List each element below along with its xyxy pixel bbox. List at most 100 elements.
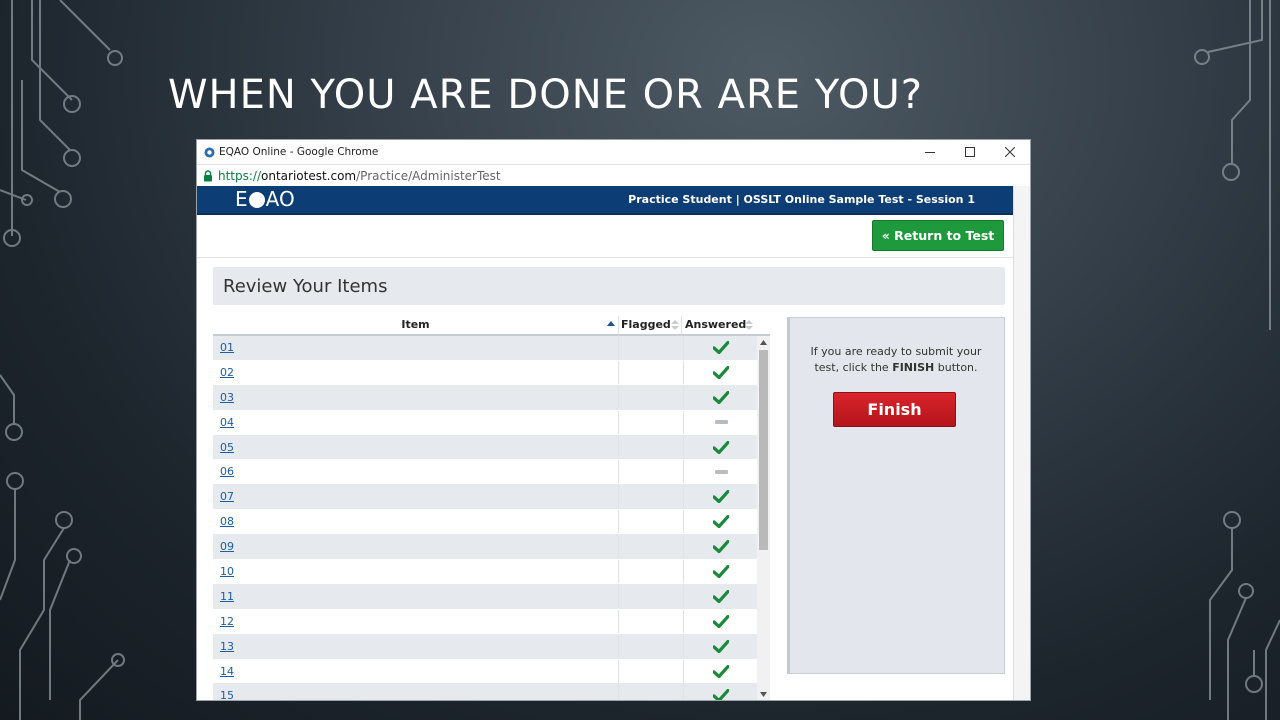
app-header: E AO Practice Student | OSSLT Online Samp… [197, 186, 1013, 215]
table-scrollbar[interactable] [757, 336, 770, 700]
url-text[interactable]: https://ontariotest.com/Practice/Adminis… [218, 169, 501, 183]
scroll-down-arrow-icon[interactable] [757, 688, 770, 700]
column-header-flagged[interactable]: Flagged [618, 316, 682, 334]
answered-cell [683, 336, 758, 359]
eqao-logo: E AO [235, 185, 295, 212]
answered-cell [683, 684, 758, 700]
flagged-cell [618, 584, 684, 608]
item-link[interactable]: 14 [220, 665, 234, 678]
answered-cell [683, 410, 758, 434]
finish-button[interactable]: Finish [833, 392, 956, 427]
item-link[interactable]: 07 [220, 490, 234, 503]
table-row: 11 [213, 584, 758, 610]
finish-text-2: button. [934, 361, 978, 374]
review-title: Review Your Items [223, 276, 388, 297]
item-link[interactable]: 11 [220, 590, 234, 603]
table-row: 03 [213, 385, 757, 411]
items-table: Item Flagged Answered 01 02 03 04 05 06 07 08 09… [213, 316, 770, 700]
table-row: 06 [213, 460, 758, 486]
checkmark-icon [713, 341, 729, 354]
column-label-item: Item [401, 318, 430, 331]
checkmark-icon [713, 490, 729, 504]
answered-cell [683, 485, 758, 509]
window-controls [910, 140, 1030, 164]
item-link[interactable]: 02 [220, 366, 234, 379]
scroll-up-arrow-icon[interactable] [757, 336, 770, 348]
table-row: 07 [213, 485, 758, 511]
review-header: Review Your Items [213, 267, 1005, 305]
item-link[interactable]: 05 [220, 441, 234, 454]
sort-ascending-icon [607, 321, 615, 326]
flagged-cell [618, 336, 684, 359]
close-icon[interactable] [990, 140, 1030, 164]
column-header-item[interactable]: Item [213, 316, 619, 334]
logo-text-left: E [235, 186, 248, 211]
table-row: 13 [213, 634, 757, 660]
student-session-info: Practice Student | OSSLT Online Sample T… [628, 193, 975, 206]
flagged-cell [618, 360, 684, 384]
item-link[interactable]: 08 [220, 515, 234, 528]
checkmark-icon [713, 639, 729, 653]
table-row: 04 [213, 410, 758, 436]
checkmark-icon [713, 365, 729, 379]
flagged-cell [618, 435, 684, 459]
checkmark-icon [713, 614, 729, 628]
item-link[interactable]: 13 [220, 640, 234, 653]
column-label-flagged: Flagged [621, 318, 671, 331]
item-link[interactable]: 10 [220, 565, 234, 578]
column-header-answered[interactable]: Answered [683, 316, 755, 334]
answered-cell [683, 360, 758, 384]
table-row: 08 [213, 510, 757, 536]
eqao-favicon-icon [204, 147, 215, 157]
return-to-test-button[interactable]: « Return to Test [872, 220, 1004, 251]
flagged-cell [618, 510, 684, 534]
table-row: 15 [213, 684, 757, 700]
flagged-cell [618, 410, 684, 434]
table-body: 01 02 03 04 05 06 07 08 09 10 11 12 13 14 15 [213, 336, 757, 700]
answered-cell [683, 560, 758, 584]
scrollbar-thumb[interactable] [759, 350, 768, 550]
window-title: EQAO Online - Google Chrome [219, 146, 379, 158]
flagged-cell [618, 535, 684, 559]
unanswered-dash-icon [714, 420, 728, 425]
flagged-cell [618, 634, 684, 658]
answered-cell [683, 435, 758, 459]
flagged-cell [618, 684, 684, 700]
address-bar[interactable]: https://ontariotest.com/Practice/Adminis… [197, 164, 1030, 188]
item-link[interactable]: 12 [220, 615, 234, 628]
table-row: 09 [213, 535, 758, 561]
flagged-cell [618, 659, 684, 683]
item-link[interactable]: 06 [220, 465, 234, 478]
answered-cell [683, 609, 758, 633]
table-row: 10 [213, 560, 757, 585]
minimize-icon[interactable] [910, 140, 950, 164]
browser-titlebar: EQAO Online - Google Chrome [197, 140, 1030, 164]
answered-cell [683, 584, 758, 608]
table-row: 01 [213, 336, 757, 361]
item-link[interactable]: 09 [220, 540, 234, 553]
answered-cell [683, 460, 758, 484]
checkmark-icon [713, 440, 729, 454]
checkmark-icon [713, 689, 729, 700]
item-link[interactable]: 03 [220, 391, 234, 404]
item-link[interactable]: 01 [220, 341, 234, 354]
flagged-cell [618, 385, 684, 409]
unanswered-dash-icon [714, 469, 728, 474]
checkmark-icon [713, 589, 729, 603]
item-link[interactable]: 15 [220, 689, 234, 700]
maximize-icon[interactable] [950, 140, 990, 164]
logo-text-right: AO [265, 186, 295, 211]
finish-text-bold: FINISH [892, 361, 935, 374]
table-row: 05 [213, 435, 758, 461]
flagged-cell [618, 609, 684, 633]
table-row: 12 [213, 609, 758, 635]
url-host: ontariotest.com [261, 169, 357, 183]
item-link[interactable]: 04 [220, 416, 234, 429]
checkmark-icon [713, 540, 729, 554]
lock-icon [204, 170, 212, 182]
table-header: Item Flagged Answered [213, 316, 770, 336]
column-label-answered: Answered [685, 318, 747, 331]
checkmark-icon [713, 565, 729, 579]
answered-cell [683, 535, 758, 559]
page-content: E AO Practice Student | OSSLT Online Samp… [197, 186, 1030, 700]
